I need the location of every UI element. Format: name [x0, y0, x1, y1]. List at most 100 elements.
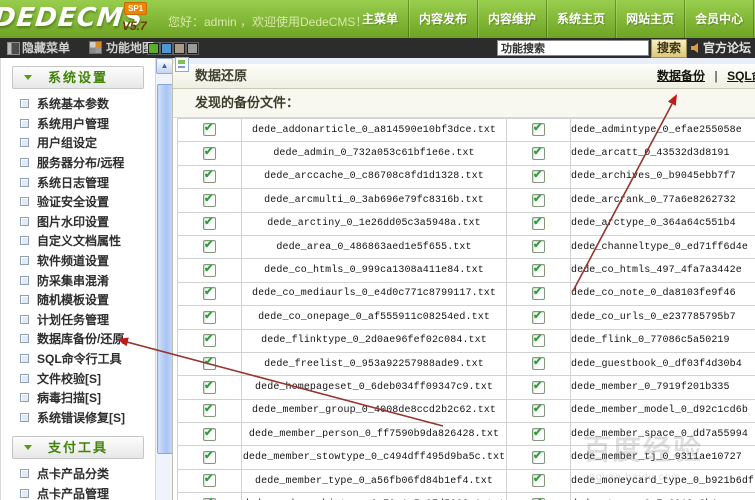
official-forum-link[interactable]: 官方论坛 — [703, 38, 751, 58]
sidebar-item-防采集串混淆[interactable]: 防采集串混淆 — [1, 270, 155, 290]
bullet-icon — [20, 374, 29, 383]
search-button[interactable]: 搜索 — [651, 39, 687, 58]
backup-filename: dede_arctype_0_364a64c551b4 — [571, 212, 755, 235]
sidebar-item-系统错误修复[S][interactable]: 系统错误修复[S] — [1, 408, 155, 428]
backup-checkbox[interactable] — [532, 287, 545, 300]
backup-checkbox[interactable] — [532, 451, 545, 464]
backup-checkbox[interactable] — [203, 170, 216, 183]
backup-checkbox[interactable] — [203, 404, 216, 417]
sidebar-item-计划任务管理[interactable]: 计划任务管理 — [1, 310, 155, 330]
sidebar-item-文件校验[S][interactable]: 文件校验[S] — [1, 368, 155, 388]
backup-file-row: dede_arccache_0_c86708c8fd1d1328.txtdede… — [178, 165, 755, 188]
backup-filename: dede_co_note_0_da8103fe9f46 — [571, 282, 755, 305]
backup-checkbox[interactable] — [532, 357, 545, 370]
sidebar-item-自定义文档属性[interactable]: 自定义文档属性 — [1, 231, 155, 251]
backup-file-row: dede_homepageset_0_6deb034ff09347c9.txtd… — [178, 376, 755, 399]
backup-filename: dede_channeltype_0_ed71ff6d4e — [571, 235, 755, 258]
backup-filename: dede_co_mediaurls_0_e4d0c771c8799117.txt — [242, 282, 507, 305]
backup-checkbox[interactable] — [532, 404, 545, 417]
backup-checkbox[interactable] — [203, 194, 216, 207]
backup-file-row: dede_co_onepage_0_af555911c08254ed.txtde… — [178, 306, 755, 329]
menu-item-内容发布[interactable]: 内容发布 — [408, 0, 477, 38]
backup-checkbox[interactable] — [532, 428, 545, 441]
sidebar-item-系统基本参数[interactable]: 系统基本参数 — [1, 94, 155, 114]
backup-checkbox[interactable] — [203, 217, 216, 230]
sidebar-section-支付工具[interactable]: 支付工具 — [12, 436, 144, 459]
backup-filename: dede_arcmulti_0_3ab696e79fc8316b.txt — [242, 189, 507, 212]
sidebar-item-系统日志管理[interactable]: 系统日志管理 — [1, 172, 155, 192]
bullet-icon — [20, 489, 29, 498]
sidebar-item-点卡产品管理[interactable]: 点卡产品管理 — [1, 484, 155, 500]
backup-checkbox[interactable] — [532, 311, 545, 324]
backup-checkbox[interactable] — [203, 451, 216, 464]
sidebar-item-点卡产品分类[interactable]: 点卡产品分类 — [1, 464, 155, 484]
sidebar-item-随机模板设置[interactable]: 随机模板设置 — [1, 290, 155, 310]
sidebar-item-label: 验证安全设置 — [37, 193, 109, 210]
backup-filename: dede_member_vhistory_0_79a1c5e07d5002c1.… — [242, 493, 507, 500]
backup-checkbox[interactable] — [532, 334, 545, 347]
sidebar-item-label: 系统用户管理 — [37, 115, 109, 132]
menu-item-主菜单[interactable]: 主菜单 — [352, 0, 408, 38]
backup-filename: dede_member_0_7919f201b335 — [571, 376, 755, 399]
checkbox-cell — [507, 212, 571, 235]
menu-item-网站主页[interactable]: 网站主页 — [615, 0, 684, 38]
backup-checkbox[interactable] — [203, 357, 216, 370]
sidebar-item-用户组设定[interactable]: 用户组设定 — [1, 133, 155, 153]
sp1-badge: SP1 — [124, 2, 147, 15]
backup-checkbox[interactable] — [532, 381, 545, 394]
scrollbar-up-button[interactable]: ▲ — [156, 58, 173, 74]
sidebar-item-数据库备份/还原[interactable]: 数据库备份/还原 — [1, 329, 155, 349]
color-swatch[interactable] — [187, 43, 198, 54]
backup-checkbox[interactable] — [203, 334, 216, 347]
sidebar-scrollbar[interactable]: ▲ — [155, 58, 172, 500]
color-swatch[interactable] — [174, 43, 185, 54]
sidebar-item-验证安全设置[interactable]: 验证安全设置 — [1, 192, 155, 212]
menu-item-内容维护[interactable]: 内容维护 — [477, 0, 546, 38]
sidebar-item-软件频道设置[interactable]: 软件频道设置 — [1, 251, 155, 271]
menu-item-系统主页[interactable]: 系统主页 — [546, 0, 615, 38]
function-map-icon — [90, 42, 101, 53]
backup-filename: dede_co_htmls_497_4fa7a3442e — [571, 259, 755, 282]
backup-checkbox[interactable] — [532, 474, 545, 487]
checkbox-cell — [507, 189, 571, 212]
backup-checkbox[interactable] — [532, 240, 545, 253]
scrollbar-thumb[interactable] — [157, 84, 173, 454]
data-backup-link[interactable]: 数据备份 — [657, 69, 705, 83]
sidebar-item-SQL命令行工具[interactable]: SQL命令行工具 — [1, 349, 155, 369]
sidebar-item-系统用户管理[interactable]: 系统用户管理 — [1, 114, 155, 134]
backup-checkbox[interactable] — [532, 264, 545, 277]
backup-checkbox[interactable] — [532, 123, 545, 136]
sidebar-item-病毒扫描[S][interactable]: 病毒扫描[S] — [1, 388, 155, 408]
sidebar-section-系统设置[interactable]: 系统设置 — [12, 66, 144, 89]
backup-checkbox[interactable] — [532, 147, 545, 160]
backup-checkbox[interactable] — [203, 381, 216, 394]
content-corner-icon — [175, 57, 189, 72]
backup-checkbox[interactable] — [203, 123, 216, 136]
color-swatch[interactable] — [148, 43, 159, 54]
function-map-button[interactable]: 功能地图 — [106, 38, 154, 58]
backup-checkbox[interactable] — [203, 474, 216, 487]
secondary-toolbar: 隐藏菜单 功能地图 搜索 官方论坛 — [0, 38, 755, 58]
backup-checkbox[interactable] — [203, 147, 216, 160]
backup-checkbox[interactable] — [532, 170, 545, 183]
backup-checkbox[interactable] — [203, 264, 216, 277]
hide-menu-button[interactable]: 隐藏菜单 — [22, 38, 70, 58]
bullet-icon — [20, 197, 29, 206]
backup-file-row: dede_member_stowtype_0_c494dff495d9ba5c.… — [178, 446, 755, 469]
backup-checkbox[interactable] — [203, 311, 216, 324]
menu-item-会员中心[interactable]: 会员中心 — [684, 0, 753, 38]
sql-tool-link[interactable]: SQL命令行工具 — [727, 69, 755, 83]
sidebar-item-服务器分布/远程[interactable]: 服务器分布/远程 — [1, 153, 155, 173]
sidebar-item-图片水印设置[interactable]: 图片水印设置 — [1, 212, 155, 232]
sidebar-item-label: 系统错误修复[S] — [37, 409, 125, 426]
backup-filename: dede_admintype_0_efae255058e — [571, 119, 755, 142]
backup-checkbox[interactable] — [203, 287, 216, 300]
color-swatch[interactable] — [161, 43, 172, 54]
backup-checkbox[interactable] — [532, 194, 545, 207]
search-input[interactable] — [497, 40, 649, 56]
backup-checkbox[interactable] — [532, 217, 545, 230]
backup-checkbox[interactable] — [203, 428, 216, 441]
backup-filename: dede_member_group_0_4008de8ccd2b2c62.txt — [242, 399, 507, 422]
backup-file-row: dede_co_mediaurls_0_e4d0c771c8799117.txt… — [178, 282, 755, 305]
backup-checkbox[interactable] — [203, 240, 216, 253]
